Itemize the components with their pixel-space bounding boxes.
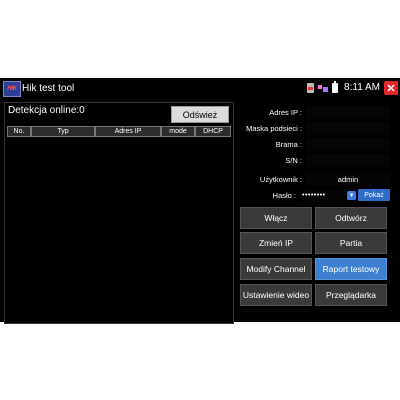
app-title: Hik test tool: [22, 83, 75, 94]
change-ip-button[interactable]: Zmień IP: [240, 232, 312, 254]
sn-row: S/N :: [236, 154, 394, 168]
device-settings-panel: Adres IP : Maska podsieci : Brama : S/N …: [236, 102, 394, 322]
mask-field[interactable]: [306, 122, 390, 135]
status-bar: 8:11 AM: [307, 80, 380, 93]
ip-field[interactable]: [306, 106, 390, 119]
column-header-no[interactable]: No.: [7, 126, 31, 137]
password-label: Hasło :: [272, 191, 296, 200]
password-row: Hasło : •••••••• ▼ Pokaż: [236, 189, 394, 203]
batch-button[interactable]: Partia: [315, 232, 387, 254]
sim-card-icon: [307, 82, 315, 93]
column-header-dhcp[interactable]: DHCP: [195, 126, 231, 137]
gateway-label: Brama :: [275, 140, 302, 149]
title-bar: HIK Hik test tool 8:11 AM ✕: [0, 78, 400, 100]
close-button[interactable]: ✕: [384, 81, 398, 95]
app-screen: HIK Hik test tool 8:11 AM ✕ Detekcja onl…: [0, 78, 400, 324]
sn-field[interactable]: [306, 154, 390, 167]
gateway-row: Brama :: [236, 138, 394, 152]
hik-app-icon: HIK: [3, 81, 21, 97]
video-settings-button[interactable]: Ustawienie wideo: [240, 284, 312, 306]
test-report-button[interactable]: Raport testowy: [315, 258, 387, 280]
battery-icon: [332, 80, 339, 93]
clock: 8:11 AM: [344, 82, 380, 93]
play-button[interactable]: Odtwórz: [315, 207, 387, 229]
refresh-button[interactable]: Odśwież: [171, 106, 229, 123]
network-icon: [318, 83, 329, 93]
show-password-button[interactable]: Pokaż: [358, 189, 390, 201]
column-header-type[interactable]: Typ: [31, 126, 95, 137]
browser-button[interactable]: Przeglądarka: [315, 284, 387, 306]
column-header-mode[interactable]: mode: [161, 126, 195, 137]
user-row: Użytkownik : admin: [236, 173, 394, 187]
mask-row: Maska podsieci :: [236, 122, 394, 136]
chevron-down-icon[interactable]: ▼: [347, 191, 356, 200]
online-detection-label: Detekcja online:0: [8, 105, 85, 116]
ip-label: Adres IP :: [269, 108, 302, 117]
gateway-field[interactable]: [306, 138, 390, 151]
username-field[interactable]: admin: [306, 173, 390, 186]
user-label: Użytkownik :: [259, 175, 302, 184]
sn-label: S/N :: [285, 156, 302, 165]
ip-row: Adres IP :: [236, 106, 394, 120]
device-list-panel: Detekcja online:0 Odśwież No. Typ Adres …: [4, 102, 234, 324]
modify-channel-button[interactable]: Modify Channel: [240, 258, 312, 280]
enable-button[interactable]: Włącz: [240, 207, 312, 229]
column-header-ip[interactable]: Adres IP: [95, 126, 161, 137]
mask-label: Maska podsieci :: [246, 124, 302, 133]
device-table-header: No. Typ Adres IP mode DHCP: [7, 126, 231, 137]
